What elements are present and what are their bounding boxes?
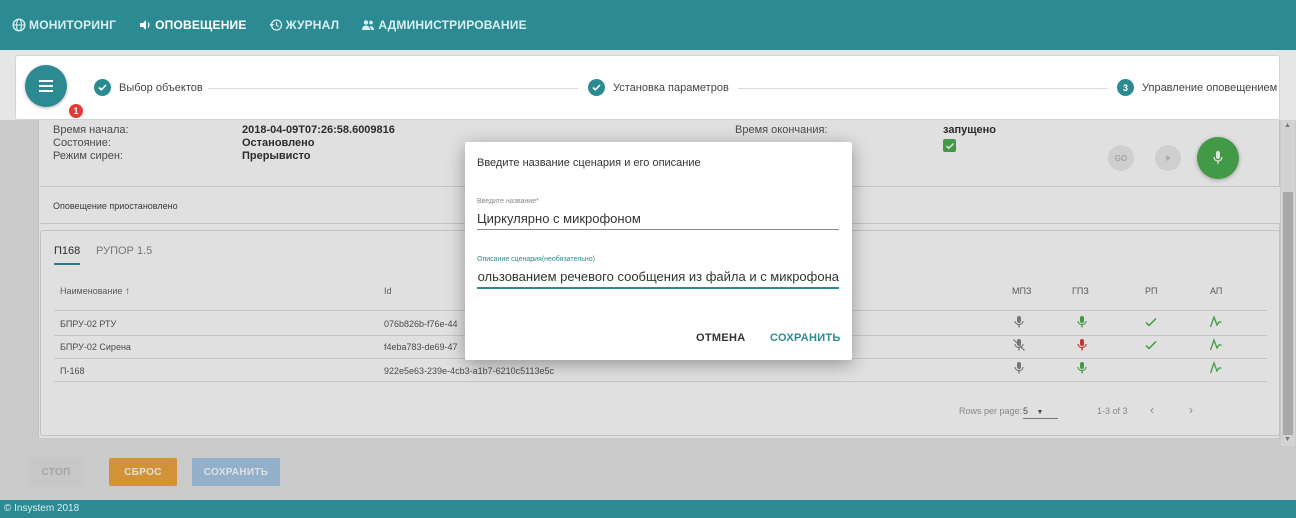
- top-navigation: МОНИТОРИНГ ОПОВЕЩЕНИЕ ЖУРНАЛ АДМИНИСТРИР…: [0, 0, 1296, 50]
- list-icon: [39, 80, 53, 92]
- name-field[interactable]: Циркулярно с микрофоном: [477, 211, 839, 226]
- step-select-objects-label: Выбор объектов: [119, 81, 203, 94]
- dialog-save-button[interactable]: СОХРАНИТЬ: [770, 332, 841, 344]
- nav-monitoring[interactable]: МОНИТОРИНГ: [12, 18, 116, 32]
- nav-monitoring-label: МОНИТОРИНГ: [29, 18, 117, 32]
- check-circle-icon: [94, 79, 111, 96]
- menu-button[interactable]: [25, 65, 67, 107]
- step-manage-notification[interactable]: 3 Управление оповещением: [1117, 79, 1277, 96]
- check-circle-icon: [588, 79, 605, 96]
- name-field-label: Введите название*: [477, 198, 539, 205]
- cancel-button[interactable]: ОТМЕНА: [696, 332, 745, 344]
- step-number: 3: [1117, 79, 1134, 96]
- footer: © Insystem 2018: [0, 500, 1296, 518]
- nav-notification[interactable]: ОПОВЕЩЕНИЕ: [138, 18, 247, 32]
- step-manage-notification-label: Управление оповещением: [1142, 81, 1278, 94]
- nav-administration[interactable]: АДМИНИСТРИРОВАНИЕ: [361, 18, 527, 32]
- step-select-objects[interactable]: Выбор объектов: [94, 79, 203, 96]
- nav-administration-label: АДМИНИСТРИРОВАНИЕ: [378, 18, 527, 32]
- step-set-parameters[interactable]: Установка параметров: [588, 79, 729, 96]
- step-connector: [738, 88, 1108, 89]
- history-icon: [269, 19, 282, 31]
- nav-notification-label: ОПОВЕЩЕНИЕ: [155, 18, 247, 32]
- name-field-underline: [477, 229, 839, 230]
- nav-journal[interactable]: ЖУРНАЛ: [269, 18, 340, 32]
- notification-badge: 1: [69, 104, 83, 118]
- step-set-parameters-label: Установка параметров: [613, 81, 729, 94]
- description-field[interactable]: Циркулярное оповещение с использованием …: [477, 269, 839, 284]
- nav-journal-label: ЖУРНАЛ: [285, 18, 340, 32]
- dialog-title: Введите название сценария и его описание: [477, 157, 701, 169]
- speaker-icon: [140, 20, 150, 30]
- stepper-bar: 1 Выбор объектов Установка параметров 3 …: [15, 55, 1280, 120]
- users-icon: [362, 20, 375, 30]
- save-scenario-dialog: Введите название сценария и его описание…: [465, 142, 852, 360]
- description-field-label: Описание сценария(необязательно): [477, 256, 596, 263]
- description-field-underline: [477, 287, 839, 289]
- step-connector: [208, 88, 578, 89]
- globe-icon: [12, 18, 26, 32]
